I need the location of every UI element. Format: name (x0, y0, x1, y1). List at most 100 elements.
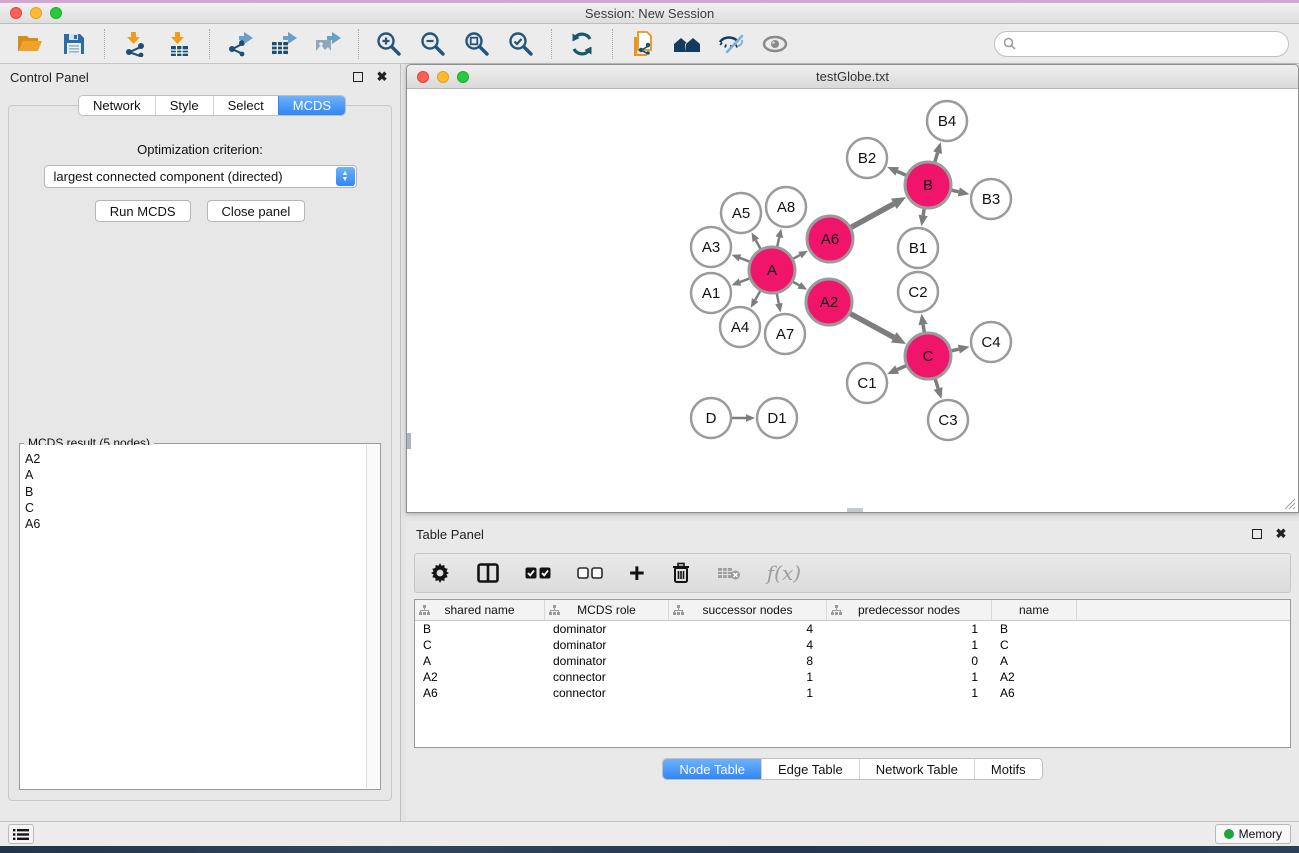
column-header-shared-name[interactable]: shared name (415, 600, 545, 620)
float-table-panel-icon[interactable] (1249, 526, 1265, 542)
network-zoom-button[interactable] (457, 71, 469, 83)
add-column-icon[interactable]: + (629, 559, 645, 587)
node-A3[interactable]: A3 (691, 227, 731, 267)
tab-style[interactable]: Style (155, 96, 213, 115)
table-cell[interactable]: 1 (669, 686, 827, 700)
tab-node-table[interactable]: Node Table (663, 759, 761, 779)
canvas-horizontal-scroll-mark[interactable] (847, 508, 863, 512)
table-cell[interactable]: A (992, 654, 1077, 668)
canvas-vertical-scroll-mark[interactable] (407, 433, 411, 449)
network-close-button[interactable] (417, 71, 429, 83)
edge-A2-C[interactable] (850, 313, 894, 337)
node-D[interactable]: D (691, 398, 731, 438)
edge-A6-B[interactable] (851, 204, 894, 228)
node-A7[interactable]: A7 (765, 314, 805, 354)
table-cell[interactable]: connector (545, 670, 669, 684)
close-table-panel-icon[interactable]: ✖ (1273, 526, 1289, 542)
column-header-successor-nodes[interactable]: successor nodes (669, 600, 827, 620)
table-row[interactable]: Cdominator41C (415, 637, 1290, 653)
mcds-result-item[interactable]: C (25, 500, 362, 516)
edge-C-C3[interactable] (935, 379, 938, 389)
show-selected-icon[interactable] (755, 28, 795, 60)
table-cell[interactable]: 1 (827, 686, 992, 700)
node-table[interactable]: shared nameMCDS rolesuccessor nodesprede… (414, 599, 1291, 748)
node-C4[interactable]: C4 (971, 322, 1011, 362)
table-row[interactable]: Adominator80A (415, 653, 1290, 669)
mcds-result-item[interactable]: A6 (25, 516, 362, 532)
node-B[interactable]: B (905, 162, 951, 208)
table-cell[interactable]: 4 (669, 622, 827, 636)
table-cell[interactable]: A2 (992, 670, 1077, 684)
tab-motifs[interactable]: Motifs (974, 759, 1042, 779)
mcds-result-item[interactable]: B (25, 484, 362, 500)
node-C3[interactable]: C3 (928, 400, 968, 440)
mcds-result-item[interactable]: A (25, 467, 362, 483)
deselect-all-icon[interactable] (577, 559, 603, 587)
table-cell[interactable]: A6 (992, 686, 1077, 700)
node-A4[interactable]: A4 (720, 307, 760, 347)
edge-C-C1[interactable] (897, 366, 906, 370)
table-cell[interactable]: dominator (545, 638, 669, 652)
import-network-icon[interactable] (115, 28, 155, 60)
close-window-button[interactable] (10, 7, 22, 19)
node-A8[interactable]: A8 (766, 187, 806, 227)
hide-selected-icon[interactable] (711, 28, 751, 60)
node-A5[interactable]: A5 (721, 193, 761, 233)
node-A1[interactable]: A1 (691, 273, 731, 313)
zoom-fit-icon[interactable] (457, 28, 497, 60)
tab-mcds[interactable]: MCDS (278, 96, 345, 115)
table-cell[interactable]: 1 (827, 622, 992, 636)
table-cell[interactable]: A2 (415, 670, 545, 684)
delete-column-icon[interactable] (671, 559, 691, 587)
edge-A-A1[interactable] (740, 278, 750, 282)
column-header-name[interactable]: name (992, 600, 1077, 620)
table-cell[interactable]: connector (545, 686, 669, 700)
tab-network-table[interactable]: Network Table (859, 759, 974, 779)
table-cell[interactable]: 0 (827, 654, 992, 668)
node-D1[interactable]: D1 (757, 398, 797, 438)
table-cell[interactable]: 8 (669, 654, 827, 668)
table-cell[interactable]: B (992, 622, 1077, 636)
memory-button[interactable]: Memory (1215, 824, 1291, 844)
select-all-icon[interactable] (525, 559, 551, 587)
table-cell[interactable]: 1 (827, 670, 992, 684)
network-minimize-button[interactable] (437, 71, 449, 83)
edge-A-A2[interactable] (793, 282, 799, 286)
table-cell[interactable]: 1 (669, 670, 827, 684)
minimize-window-button[interactable] (30, 7, 42, 19)
node-B4[interactable]: B4 (927, 101, 967, 141)
save-session-icon[interactable] (54, 28, 94, 60)
function-builder-icon[interactable]: f(x) (767, 559, 801, 587)
table-cell[interactable]: A (415, 654, 545, 668)
tab-network[interactable]: Network (79, 96, 155, 115)
edge-A-A8[interactable] (777, 237, 779, 246)
run-mcds-button[interactable]: Run MCDS (95, 200, 191, 222)
node-A[interactable]: A (749, 247, 795, 293)
optimization-criterion-select[interactable]: largest connected component (directed) ▲… (44, 165, 357, 188)
node-B2[interactable]: B2 (847, 138, 887, 178)
search-field[interactable] (994, 31, 1289, 57)
network-canvas[interactable]: A5A8A6A3AA1A2A4A7B4B2BB3B1C2C4CC1C3DD1 (407, 89, 1298, 512)
edge-B-B1[interactable] (923, 209, 924, 216)
duplicate-network-icon[interactable] (623, 28, 663, 60)
zoom-selected-icon[interactable] (501, 28, 541, 60)
export-table-icon[interactable] (264, 28, 304, 60)
close-panel-icon[interactable]: ✖ (374, 69, 390, 85)
mcds-result-list[interactable]: A2ABCA6 (21, 445, 366, 788)
node-B3[interactable]: B3 (971, 179, 1011, 219)
table-row[interactable]: A2connector11A2 (415, 669, 1290, 685)
network-window-titlebar[interactable]: testGlobe.txt (407, 65, 1298, 89)
split-column-icon[interactable] (477, 559, 499, 587)
table-cell[interactable]: B (415, 622, 545, 636)
table-cell[interactable]: C (415, 638, 545, 652)
search-input[interactable] (1021, 37, 1280, 51)
edge-A-A7[interactable] (777, 294, 779, 304)
column-header-predecessor-nodes[interactable]: predecessor nodes (827, 600, 992, 620)
network-graph[interactable]: A5A8A6A3AA1A2A4A7B4B2BB3B1C2C4CC1C3DD1 (407, 89, 1298, 512)
edge-A-A3[interactable] (740, 258, 750, 262)
show-all-networks-icon[interactable] (667, 28, 707, 60)
table-cell[interactable]: 4 (669, 638, 827, 652)
node-C[interactable]: C (905, 333, 951, 379)
edge-C-C4[interactable] (951, 349, 958, 351)
table-cell[interactable]: 1 (827, 638, 992, 652)
